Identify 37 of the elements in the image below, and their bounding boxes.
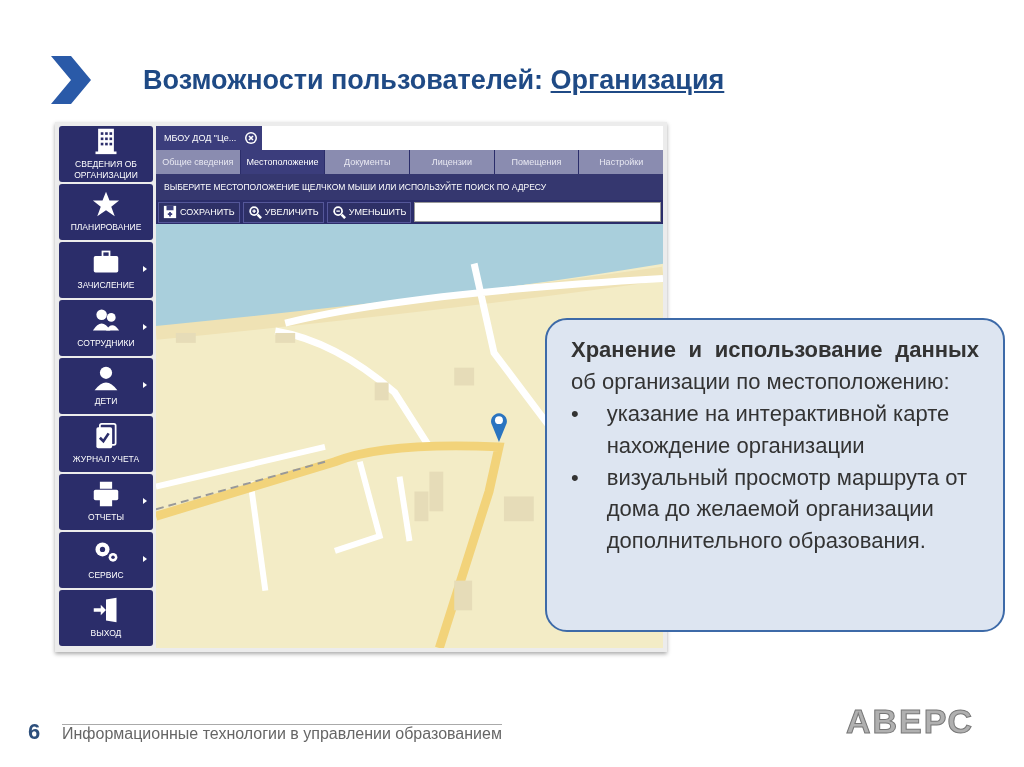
close-icon[interactable] — [244, 131, 259, 145]
submenu-arrow-icon — [143, 556, 147, 562]
page-number: 6 — [28, 719, 41, 745]
document-tab[interactable]: МБОУ ДОД "Це... — [156, 126, 263, 150]
bullet-text: визуальный просмотр маршрута от дома до желаемой организации дополнительного образования. — [606, 463, 969, 556]
bullet-mark: • — [571, 463, 579, 492]
submenu-arrow-icon — [143, 382, 147, 388]
toolbar-button[interactable]: УМЕНЬШИТЬ — [326, 201, 412, 223]
sidebar-item[interactable]: СЕРВИС — [59, 532, 153, 588]
sidebar-item[interactable]: ДЕТИ — [59, 358, 153, 414]
sidebar-item[interactable]: ВЫХОД — [59, 590, 153, 646]
exit-icon — [92, 596, 120, 625]
person-icon — [92, 364, 120, 393]
submenu-arrow-icon — [143, 324, 147, 330]
address-search-field[interactable] — [414, 202, 661, 222]
sidebar-item[interactable]: ЗАЧИСЛЕНИЕ — [59, 242, 153, 298]
zoom-out-icon — [331, 205, 346, 219]
hint-bar: ВЫБЕРИТЕ МЕСТОПОЛОЖЕНИЕ ЩЕЛЧКОМ МЫШИ ИЛИ ИСПОЛЬЗУЙТЕ ПОИСК ПО АДРЕСУ — [156, 174, 663, 200]
bullet-mark: • — [571, 399, 579, 428]
floppy-icon — [163, 205, 177, 219]
submenu-arrow-icon — [143, 498, 147, 504]
toolbar-button[interactable]: СОХРАНИТЬ — [158, 201, 240, 223]
sidebar-item[interactable]: СВЕДЕНИЯ ОБ ОРГАНИЗАЦИИ — [59, 126, 153, 182]
submenu-arrow-icon — [143, 266, 147, 272]
chevron-icon — [49, 54, 93, 106]
toolbar-button[interactable]: УВЕЛИЧИТЬ — [242, 201, 324, 223]
slide-title: Возможности пользователей: Организация — [143, 64, 725, 96]
sidebar-item[interactable]: ОТЧЕТЫ — [59, 474, 153, 530]
printer-icon — [92, 480, 120, 509]
sidebar-item[interactable]: СОТРУДНИКИ — [59, 300, 153, 356]
footer-text: Информационные технологии в управлении образованием — [62, 724, 502, 743]
sidebar-item[interactable]: ПЛАНИРОВАНИЕ — [59, 184, 153, 240]
zoom-in-icon — [247, 205, 262, 219]
callout-paragraph: Хранение и использование данных об организации по местоположению: — [571, 336, 979, 396]
tab[interactable]: Местоположение — [240, 150, 325, 174]
logo: АВЕРС — [846, 702, 975, 741]
sidebar-item[interactable]: ЖУРНАЛ УЧЕТА — [59, 416, 153, 472]
